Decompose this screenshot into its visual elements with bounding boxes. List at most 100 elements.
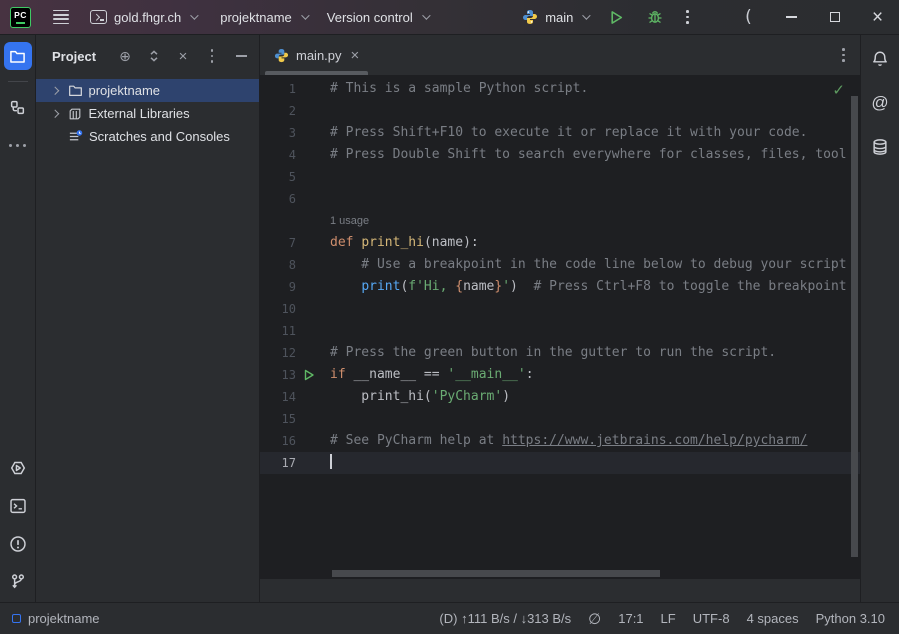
notifications-tool-button[interactable]: [866, 45, 894, 73]
panel-options-button[interactable]: [204, 48, 220, 64]
code-text[interactable]: # See PyCharm help at https://www.jetbra…: [322, 430, 860, 452]
chevron-right-icon[interactable]: [51, 87, 59, 95]
horizontal-scrollbar[interactable]: [332, 570, 660, 577]
vcs-widget[interactable]: Version control: [318, 3, 437, 31]
close-button[interactable]: ×: [856, 0, 899, 35]
python-logo-icon: [522, 9, 538, 25]
ai-assistant-tool-button[interactable]: @: [866, 89, 894, 117]
status-widget-line-separator[interactable]: LF: [661, 611, 676, 626]
project-terminal-icon: [90, 10, 107, 24]
status-widget-indent-style[interactable]: 4 spaces: [747, 611, 799, 626]
code-text[interactable]: [322, 100, 860, 122]
gutter-spacer: [296, 78, 322, 100]
run-configuration-widget[interactable]: main: [513, 3, 597, 31]
text-caret: [330, 454, 332, 469]
gutter-spacer: [296, 210, 322, 232]
run-button[interactable]: [597, 3, 636, 31]
run-icon: [609, 10, 624, 25]
code-line-16: 16# See PyCharm help at https://www.jetb…: [260, 430, 860, 452]
gutter-spacer: [296, 430, 322, 452]
services-tool-button[interactable]: [4, 454, 32, 482]
code-text[interactable]: # Press Shift+F10 to execute it or repla…: [322, 122, 860, 144]
maximize-button[interactable]: [813, 0, 856, 35]
module-square-icon: [12, 614, 21, 623]
status-widget-cursor-position[interactable]: 17:1: [618, 611, 643, 626]
code-text[interactable]: # Use a breakpoint in the code line belo…: [322, 254, 860, 276]
code-text[interactable]: [322, 452, 860, 474]
code-text[interactable]: [322, 320, 860, 342]
hide-panel-button[interactable]: [233, 48, 249, 64]
locate-file-button[interactable]: ⊕: [117, 48, 133, 64]
branch-widget[interactable]: projektname: [211, 3, 316, 31]
tab-close-icon[interactable]: ×: [349, 48, 360, 63]
hide-crescent-button[interactable]: (: [727, 0, 770, 35]
code-text[interactable]: [322, 408, 860, 430]
tree-item-external-libraries[interactable]: External Libraries: [36, 102, 259, 125]
code-text[interactable]: [322, 166, 860, 188]
inspections-disabled-icon[interactable]: ∅: [588, 610, 601, 628]
status-project-label: projektname: [28, 611, 100, 626]
line-number: 9: [260, 276, 296, 298]
code-text[interactable]: # Press Double Shift to search everywher…: [322, 144, 860, 166]
editor-column: main.py × 1# This is a sample Python scr…: [260, 35, 860, 602]
code-line-13: 13if __name__ == '__main__':: [260, 364, 860, 386]
project-widget-label: gold.fhgr.ch: [114, 10, 181, 25]
gutter-run-icon[interactable]: [296, 364, 322, 386]
status-widget-network-speed[interactable]: (D) ↑111 B/s / ↓313 B/s: [439, 611, 571, 626]
code-token: ): [502, 389, 510, 404]
code-editor[interactable]: 1# This is a sample Python script.23# Pr…: [260, 75, 860, 579]
hyperlink[interactable]: https://www.jetbrains.com/help/pycharm/: [502, 433, 807, 448]
status-project-widget[interactable]: projektname: [12, 611, 100, 626]
main-area: Project ⊕ ×: [0, 35, 899, 602]
expand-all-button[interactable]: [146, 48, 162, 64]
minimize-button[interactable]: [770, 0, 813, 35]
code-text[interactable]: print_hi('PyCharm'): [322, 386, 860, 408]
version-control-tool-button[interactable]: [4, 568, 32, 596]
project-widget[interactable]: gold.fhgr.ch: [81, 3, 205, 31]
code-text[interactable]: 1 usage: [322, 210, 860, 232]
structure-tool-button[interactable]: [4, 93, 32, 121]
database-tool-button[interactable]: [866, 133, 894, 161]
status-bar: projektname (D) ↑111 B/s / ↓313 B/s ∅ 17:1…: [0, 602, 899, 634]
scratches-icon: [67, 129, 84, 144]
status-widget-python-interpreter[interactable]: Python 3.10: [816, 611, 885, 626]
vertical-scrollbar[interactable]: [851, 96, 858, 557]
debug-button[interactable]: [636, 3, 674, 31]
tab-label: main.py: [296, 48, 342, 63]
close-icon: ×: [872, 8, 883, 27]
code-text[interactable]: # This is a sample Python script.: [322, 78, 860, 100]
code-text[interactable]: def print_hi(name):: [322, 232, 860, 254]
inspection-ok-icon[interactable]: ✓: [832, 81, 845, 99]
line-number: 12: [260, 342, 296, 364]
more-actions-button[interactable]: [674, 3, 701, 31]
tree-item-scratches[interactable]: Scratches and Consoles: [36, 125, 259, 148]
code-token: f'Hi,: [408, 279, 455, 294]
code-text[interactable]: # Press the green button in the gutter t…: [322, 342, 860, 364]
tab-main-py[interactable]: main.py ×: [263, 35, 370, 75]
project-tool-button[interactable]: [4, 42, 32, 70]
chevron-right-icon[interactable]: [51, 110, 59, 118]
editor-bottom-strip: [260, 579, 860, 602]
code-text[interactable]: [322, 298, 860, 320]
tree-item-label: Scratches and Consoles: [89, 129, 230, 144]
code-text[interactable]: [322, 188, 860, 210]
tree-item-label: External Libraries: [89, 106, 190, 121]
editor-options-button[interactable]: [842, 46, 845, 63]
line-number: 7: [260, 232, 296, 254]
more-tool-windows-button[interactable]: [4, 131, 32, 159]
terminal-tool-button[interactable]: [4, 492, 32, 520]
gutter-spacer: [296, 276, 322, 298]
problems-tool-button[interactable]: [4, 530, 32, 558]
line-number: 3: [260, 122, 296, 144]
line-number: 5: [260, 166, 296, 188]
usages-inlay-hint[interactable]: 1 usage: [330, 215, 369, 227]
code-area: 1# This is a sample Python script.23# Pr…: [260, 78, 860, 474]
tree-item-projektname[interactable]: projektname: [36, 79, 259, 102]
main-menu-hamburger-icon[interactable]: [41, 10, 81, 25]
code-line-3: 3 # Press Shift+F10 to execute it or repl…: [260, 122, 860, 144]
collapse-all-button[interactable]: ×: [175, 48, 191, 64]
code-text[interactable]: if __name__ == '__main__':: [322, 364, 860, 386]
status-widget-file-encoding[interactable]: UTF-8: [693, 611, 730, 626]
code-text[interactable]: print(f'Hi, {name}') # Press Ctrl+F8 to …: [322, 276, 860, 298]
pycharm-window: PC gold.fhgr.ch projektname Version cont…: [0, 0, 899, 634]
